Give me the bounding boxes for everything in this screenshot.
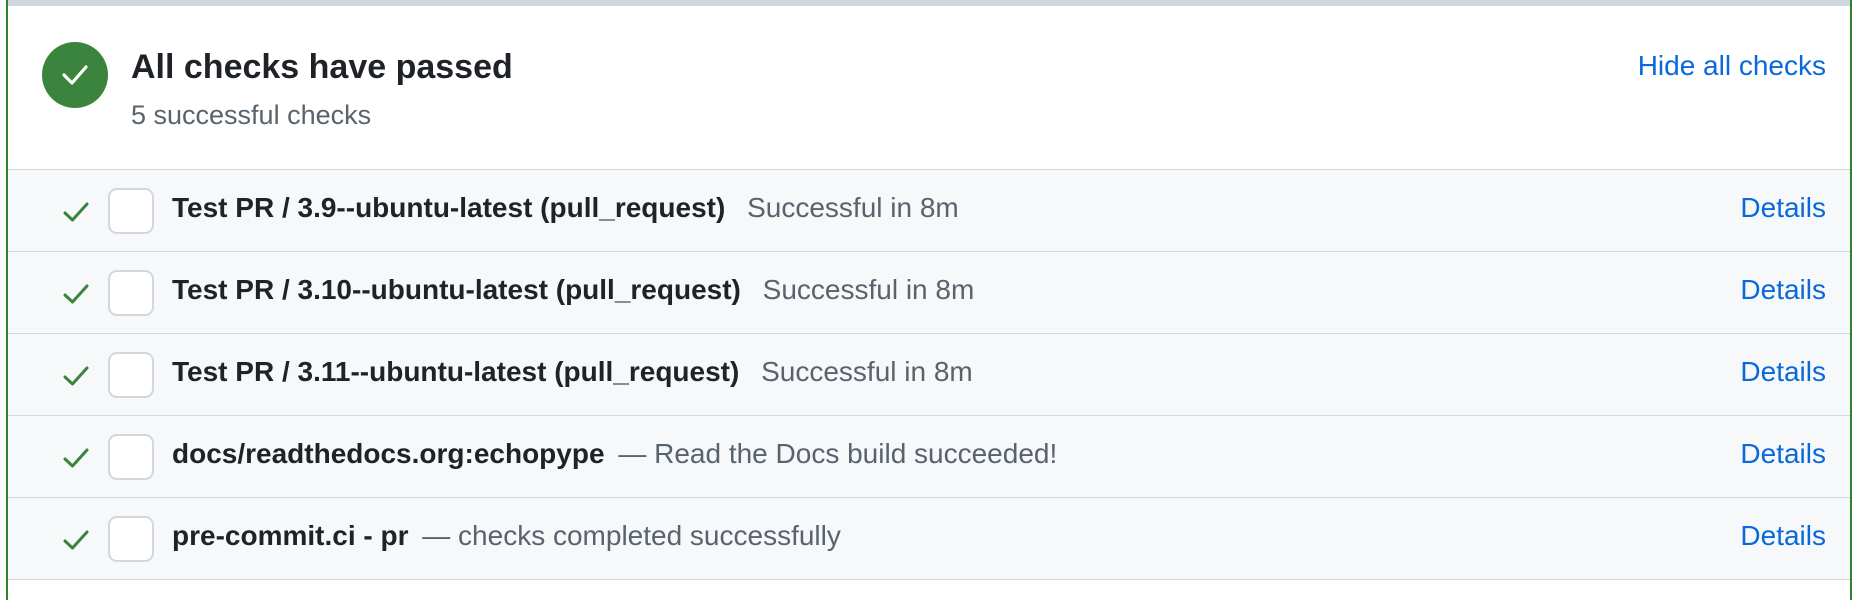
check-icon bbox=[63, 202, 89, 222]
checks-list: Test PR / 3.9--ubuntu-latest (pull_reque… bbox=[8, 169, 1850, 580]
details-link[interactable]: Details bbox=[1740, 438, 1826, 470]
check-name: pre-commit.ci - pr bbox=[172, 520, 409, 551]
check-name: Test PR / 3.9--ubuntu-latest (pull_reque… bbox=[172, 192, 726, 223]
app-avatar bbox=[108, 516, 154, 562]
check-row: Test PR / 3.9--ubuntu-latest (pull_reque… bbox=[8, 170, 1850, 252]
check-separator: — bbox=[618, 438, 647, 469]
check-text: Test PR / 3.9--ubuntu-latest (pull_reque… bbox=[172, 192, 959, 224]
check-row: Test PR / 3.11--ubuntu-latest (pull_requ… bbox=[8, 334, 1850, 416]
check-description: checks completed successfully bbox=[458, 520, 841, 551]
details-link[interactable]: Details bbox=[1740, 192, 1826, 224]
checks-title: All checks have passed bbox=[131, 48, 513, 86]
check-name: docs/readthedocs.org:echopype bbox=[172, 438, 605, 469]
app-avatar bbox=[108, 188, 154, 234]
check-separator: — bbox=[422, 520, 451, 551]
check-icon bbox=[63, 448, 89, 468]
check-icon bbox=[63, 530, 89, 550]
checks-summary: 5 successful checks bbox=[131, 100, 372, 130]
check-description: Successful in 8m bbox=[747, 192, 959, 223]
check-text: Test PR / 3.10--ubuntu-latest (pull_requ… bbox=[172, 274, 974, 306]
checks-header: All checks have passed 5 successful chec… bbox=[8, 6, 1850, 169]
checks-panel: All checks have passed 5 successful chec… bbox=[6, 0, 1852, 600]
app-avatar bbox=[108, 352, 154, 398]
check-name: Test PR / 3.11--ubuntu-latest (pull_requ… bbox=[172, 356, 740, 387]
check-description: Read the Docs build succeeded! bbox=[654, 438, 1058, 469]
check-row: pre-commit.ci - pr — checks completed su… bbox=[8, 498, 1850, 580]
check-text: Test PR / 3.11--ubuntu-latest (pull_requ… bbox=[172, 356, 973, 388]
check-description: Successful in 8m bbox=[762, 274, 975, 305]
check-description: Successful in 8m bbox=[761, 356, 973, 387]
details-link[interactable]: Details bbox=[1740, 520, 1826, 552]
check-icon bbox=[63, 366, 89, 386]
details-link[interactable]: Details bbox=[1740, 274, 1826, 306]
hide-all-checks-link[interactable]: Hide all checks bbox=[1638, 50, 1826, 82]
check-name: Test PR / 3.10--ubuntu-latest (pull_requ… bbox=[172, 274, 741, 305]
check-icon bbox=[63, 284, 89, 304]
check-row: docs/readthedocs.org:echopype — Read the… bbox=[8, 416, 1850, 498]
app-avatar bbox=[108, 434, 154, 480]
details-link[interactable]: Details bbox=[1740, 356, 1826, 388]
check-text: docs/readthedocs.org:echopype — Read the… bbox=[172, 438, 1057, 470]
app-avatar bbox=[108, 270, 154, 316]
check-text: pre-commit.ci - pr — checks completed su… bbox=[172, 520, 841, 552]
check-circle-icon bbox=[42, 42, 108, 108]
check-row: Test PR / 3.10--ubuntu-latest (pull_requ… bbox=[8, 252, 1850, 334]
